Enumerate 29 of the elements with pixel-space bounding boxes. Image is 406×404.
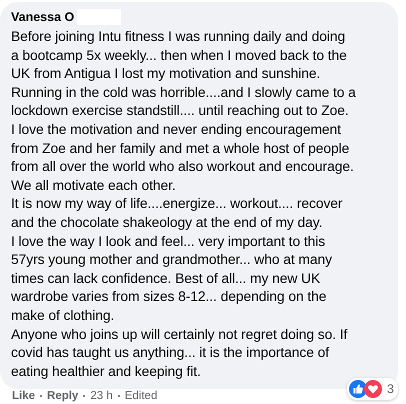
- comment-line: covid has taught us anything... it is the importance of: [11, 343, 330, 362]
- comment-line: lockdown exercise standstill.... until reaching out to Zoe.: [11, 101, 350, 120]
- comment-line: I love the motivation and never ending encouragement: [11, 120, 342, 139]
- comment-line: eating healthier and keeping fit.: [11, 362, 202, 380]
- comment-line: Running in the cold was horrible....and I slowly came to a: [11, 82, 357, 102]
- comment-meta: Edited: [124, 390, 158, 402]
- comment-line: We all motivate each other.: [11, 176, 177, 194]
- comment-line: make of clothing.: [11, 306, 116, 324]
- separator-dot: [83, 395, 86, 398]
- separator-dot: [40, 395, 42, 398]
- reaction-badge[interactable]: 3: [347, 378, 398, 400]
- comment-line: and the chocolate shakeology at the end of my day.: [11, 212, 324, 232]
- author-name[interactable]: Vanessa O: [11, 10, 74, 24]
- comment-line: a bootcamp 5x weekly... then when I moved back to the: [11, 46, 348, 64]
- comment-line: from all over the world who also workout and encourage.: [11, 157, 355, 176]
- comment-line: Before joining Intu fitness I was running daily and doing: [11, 27, 346, 46]
- comment-meta: 23 h: [90, 390, 113, 402]
- comment-line: It is now my way of life....energize... workout.... recover: [11, 194, 344, 213]
- action-link[interactable]: Reply: [47, 390, 78, 402]
- comment-line: 57yrs young mother and grandmother... who at many: [11, 250, 333, 269]
- comment-line: Anyone who joins up will certainly not regret doing so. If: [11, 324, 348, 344]
- comment-line: UK from Antigua I lost my motivation and sunshine.: [11, 64, 322, 83]
- comment-line: I love the way I look and feel... very important to this: [11, 232, 326, 250]
- action-link[interactable]: Like: [12, 390, 36, 402]
- comment-line: times can lack confidence. Best of all... my new UK: [11, 268, 322, 288]
- reaction-count: 3: [387, 382, 394, 396]
- comment-line: wardrobe varies from sizes 8-12... depending on the: [11, 287, 328, 306]
- separator-dot: [118, 395, 120, 398]
- comment-line: from Zoe and her family and met a whole host of people: [11, 138, 350, 158]
